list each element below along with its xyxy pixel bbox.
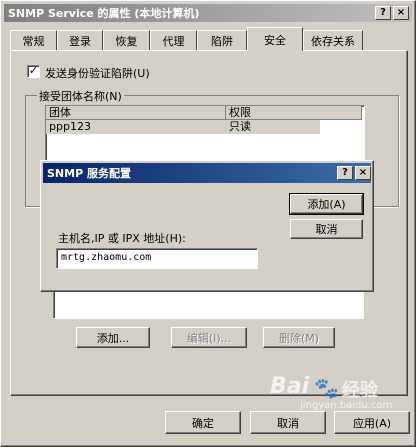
host-add-button[interactable]: 添加... xyxy=(76,327,150,348)
dialog-title-bar[interactable]: SNMP 服务配置 xyxy=(43,163,371,183)
watermark-brand-cn: 经验 xyxy=(342,380,378,401)
tab-traps[interactable]: 陷阱 xyxy=(197,30,247,50)
host-remove-button[interactable]: 删除(M) xyxy=(263,327,335,348)
watermark-url: jingyan.baidu.com xyxy=(300,400,393,411)
main-window-title: SNMP Service 的属性 (本地计算机) xyxy=(8,7,200,20)
tab-security[interactable]: 安全 xyxy=(247,27,303,51)
dialog-add-button[interactable]: 添加(A) xyxy=(289,193,364,215)
dialog-cancel-button[interactable]: 取消 xyxy=(290,219,363,239)
cancel-button[interactable]: 取消 xyxy=(250,411,326,434)
tab-logon[interactable]: 登录 xyxy=(57,30,103,50)
tab-recovery[interactable]: 恢复 xyxy=(103,30,150,50)
watermark-brand: Bai xyxy=(270,374,310,399)
column-header-community[interactable]: 团体 xyxy=(46,106,226,120)
column-header-rights[interactable]: 权限 xyxy=(226,106,362,120)
send-auth-trap-label: 发送身份验证陷阱(U) xyxy=(45,67,150,80)
tab-agent[interactable]: 代理 xyxy=(150,30,197,50)
community-cell: ppp123 xyxy=(49,120,91,133)
host-edit-button[interactable]: 编辑(I)... xyxy=(171,327,247,348)
main-title-bar[interactable]: SNMP Service 的属性 (本地计算机) xyxy=(4,4,412,22)
close-icon[interactable]: × xyxy=(393,6,409,20)
dialog-help-icon[interactable]: ? xyxy=(337,166,353,180)
send-auth-trap-checkbox[interactable]: ✓ xyxy=(27,65,40,78)
dialog-title: SNMP 服务配置 xyxy=(47,167,131,180)
accepted-communities-label: 接受团体名称(N) xyxy=(37,88,124,104)
watermark: Bai 🐾 经验 jingyan.baidu.com xyxy=(270,372,410,412)
tab-general[interactable]: 常规 xyxy=(10,30,57,50)
rights-cell: 只读 xyxy=(229,120,251,133)
table-row[interactable]: ppp123 只读 xyxy=(46,120,320,134)
watermark-paw-icon: 🐾 xyxy=(314,376,339,400)
host-address-input[interactable]: mrtg.zhaomu.com xyxy=(56,248,258,269)
ok-button[interactable]: 确定 xyxy=(165,411,241,434)
help-icon[interactable]: ? xyxy=(375,6,391,20)
dialog-close-icon[interactable]: × xyxy=(355,166,371,180)
tab-dependencies[interactable]: 依存关系 xyxy=(303,30,363,50)
snmp-config-dialog: SNMP 服务配置 ? × 添加(A) 取消 主机名,IP 或 IPX 地址(H… xyxy=(40,160,374,292)
host-address-label: 主机名,IP 或 IPX 地址(H): xyxy=(58,232,186,245)
apply-button[interactable]: 应用(A) xyxy=(334,411,410,434)
